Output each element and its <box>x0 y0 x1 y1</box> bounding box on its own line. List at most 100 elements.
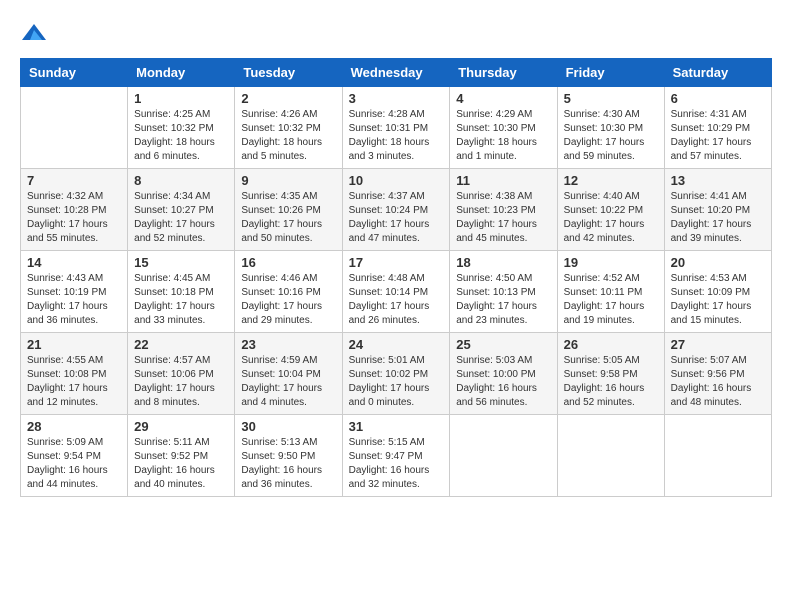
day-info: Sunrise: 4:28 AM Sunset: 10:31 PM Daylig… <box>349 108 444 164</box>
day-info: Sunrise: 4:57 AM Sunset: 10:06 PM Daylig… <box>134 354 228 410</box>
calendar-cell: 20 Sunrise: 4:53 AM Sunset: 10:09 PM Dayl… <box>664 251 771 333</box>
calendar-cell: 24 Sunrise: 5:01 AM Sunset: 10:02 PM Dayl… <box>342 333 450 415</box>
calendar-header-row: SundayMondayTuesdayWednesdayThursdayFrid… <box>21 59 772 87</box>
calendar-cell: 2 Sunrise: 4:26 AM Sunset: 10:32 PM Dayli… <box>235 87 342 169</box>
calendar-cell: 22 Sunrise: 4:57 AM Sunset: 10:06 PM Dayl… <box>128 333 235 415</box>
day-number: 2 <box>241 91 335 106</box>
column-header-friday: Friday <box>557 59 664 87</box>
calendar-cell <box>664 415 771 497</box>
calendar-cell: 23 Sunrise: 4:59 AM Sunset: 10:04 PM Dayl… <box>235 333 342 415</box>
day-info: Sunrise: 4:43 AM Sunset: 10:19 PM Daylig… <box>27 272 121 328</box>
day-info: Sunrise: 5:11 AM Sunset: 9:52 PM Dayligh… <box>134 436 228 492</box>
day-number: 1 <box>134 91 228 106</box>
week-row-3: 14 Sunrise: 4:43 AM Sunset: 10:19 PM Dayl… <box>21 251 772 333</box>
column-header-monday: Monday <box>128 59 235 87</box>
day-info: Sunrise: 4:31 AM Sunset: 10:29 PM Daylig… <box>671 108 765 164</box>
day-number: 16 <box>241 255 335 270</box>
calendar-cell: 17 Sunrise: 4:48 AM Sunset: 10:14 PM Dayl… <box>342 251 450 333</box>
day-info: Sunrise: 4:53 AM Sunset: 10:09 PM Daylig… <box>671 272 765 328</box>
calendar-cell: 7 Sunrise: 4:32 AM Sunset: 10:28 PM Dayli… <box>21 169 128 251</box>
day-info: Sunrise: 4:55 AM Sunset: 10:08 PM Daylig… <box>27 354 121 410</box>
calendar-cell: 21 Sunrise: 4:55 AM Sunset: 10:08 PM Dayl… <box>21 333 128 415</box>
day-number: 20 <box>671 255 765 270</box>
day-info: Sunrise: 4:40 AM Sunset: 10:22 PM Daylig… <box>564 190 658 246</box>
calendar-cell: 9 Sunrise: 4:35 AM Sunset: 10:26 PM Dayli… <box>235 169 342 251</box>
day-number: 11 <box>456 173 550 188</box>
day-info: Sunrise: 5:01 AM Sunset: 10:02 PM Daylig… <box>349 354 444 410</box>
calendar-cell: 18 Sunrise: 4:50 AM Sunset: 10:13 PM Dayl… <box>450 251 557 333</box>
calendar-cell: 11 Sunrise: 4:38 AM Sunset: 10:23 PM Dayl… <box>450 169 557 251</box>
day-number: 26 <box>564 337 658 352</box>
calendar-cell: 3 Sunrise: 4:28 AM Sunset: 10:31 PM Dayli… <box>342 87 450 169</box>
day-number: 28 <box>27 419 121 434</box>
day-number: 29 <box>134 419 228 434</box>
calendar-cell: 8 Sunrise: 4:34 AM Sunset: 10:27 PM Dayli… <box>128 169 235 251</box>
day-number: 8 <box>134 173 228 188</box>
day-info: Sunrise: 4:26 AM Sunset: 10:32 PM Daylig… <box>241 108 335 164</box>
day-number: 21 <box>27 337 121 352</box>
day-info: Sunrise: 4:52 AM Sunset: 10:11 PM Daylig… <box>564 272 658 328</box>
column-header-thursday: Thursday <box>450 59 557 87</box>
column-header-wednesday: Wednesday <box>342 59 450 87</box>
calendar-cell: 4 Sunrise: 4:29 AM Sunset: 10:30 PM Dayli… <box>450 87 557 169</box>
week-row-5: 28 Sunrise: 5:09 AM Sunset: 9:54 PM Dayli… <box>21 415 772 497</box>
day-info: Sunrise: 4:38 AM Sunset: 10:23 PM Daylig… <box>456 190 550 246</box>
day-number: 19 <box>564 255 658 270</box>
logo <box>20 20 52 48</box>
week-row-2: 7 Sunrise: 4:32 AM Sunset: 10:28 PM Dayli… <box>21 169 772 251</box>
calendar-cell: 25Sunrise: 5:03 AM Sunset: 10:00 PM Dayl… <box>450 333 557 415</box>
calendar-cell: 5 Sunrise: 4:30 AM Sunset: 10:30 PM Dayli… <box>557 87 664 169</box>
column-header-tuesday: Tuesday <box>235 59 342 87</box>
calendar-cell: 30 Sunrise: 5:13 AM Sunset: 9:50 PM Dayli… <box>235 415 342 497</box>
day-info: Sunrise: 4:30 AM Sunset: 10:30 PM Daylig… <box>564 108 658 164</box>
logo-icon <box>20 20 48 48</box>
day-number: 7 <box>27 173 121 188</box>
day-info: Sunrise: 4:34 AM Sunset: 10:27 PM Daylig… <box>134 190 228 246</box>
day-number: 12 <box>564 173 658 188</box>
calendar-cell: 27Sunrise: 5:07 AM Sunset: 9:56 PM Dayli… <box>664 333 771 415</box>
day-number: 17 <box>349 255 444 270</box>
day-info: Sunrise: 4:35 AM Sunset: 10:26 PM Daylig… <box>241 190 335 246</box>
week-row-1: 1 Sunrise: 4:25 AM Sunset: 10:32 PM Dayli… <box>21 87 772 169</box>
day-info: Sunrise: 4:29 AM Sunset: 10:30 PM Daylig… <box>456 108 550 164</box>
day-info: Sunrise: 4:37 AM Sunset: 10:24 PM Daylig… <box>349 190 444 246</box>
day-number: 3 <box>349 91 444 106</box>
day-info: Sunrise: 4:48 AM Sunset: 10:14 PM Daylig… <box>349 272 444 328</box>
calendar-cell: 14 Sunrise: 4:43 AM Sunset: 10:19 PM Dayl… <box>21 251 128 333</box>
calendar-cell <box>450 415 557 497</box>
calendar-cell: 19 Sunrise: 4:52 AM Sunset: 10:11 PM Dayl… <box>557 251 664 333</box>
day-info: Sunrise: 5:13 AM Sunset: 9:50 PM Dayligh… <box>241 436 335 492</box>
day-number: 27 <box>671 337 765 352</box>
day-info: Sunrise: 4:32 AM Sunset: 10:28 PM Daylig… <box>27 190 121 246</box>
calendar-cell: 10 Sunrise: 4:37 AM Sunset: 10:24 PM Dayl… <box>342 169 450 251</box>
day-info: Sunrise: 5:09 AM Sunset: 9:54 PM Dayligh… <box>27 436 121 492</box>
day-number: 13 <box>671 173 765 188</box>
calendar-cell: 28 Sunrise: 5:09 AM Sunset: 9:54 PM Dayli… <box>21 415 128 497</box>
calendar-cell: 31Sunrise: 5:15 AM Sunset: 9:47 PM Dayli… <box>342 415 450 497</box>
calendar-cell <box>21 87 128 169</box>
calendar-cell <box>557 415 664 497</box>
day-number: 5 <box>564 91 658 106</box>
day-number: 18 <box>456 255 550 270</box>
day-info: Sunrise: 4:45 AM Sunset: 10:18 PM Daylig… <box>134 272 228 328</box>
column-header-sunday: Sunday <box>21 59 128 87</box>
page-header <box>20 20 772 48</box>
day-info: Sunrise: 4:59 AM Sunset: 10:04 PM Daylig… <box>241 354 335 410</box>
day-number: 10 <box>349 173 444 188</box>
day-info: Sunrise: 4:25 AM Sunset: 10:32 PM Daylig… <box>134 108 228 164</box>
week-row-4: 21 Sunrise: 4:55 AM Sunset: 10:08 PM Dayl… <box>21 333 772 415</box>
calendar-cell: 15Sunrise: 4:45 AM Sunset: 10:18 PM Dayl… <box>128 251 235 333</box>
day-number: 9 <box>241 173 335 188</box>
day-info: Sunrise: 4:46 AM Sunset: 10:16 PM Daylig… <box>241 272 335 328</box>
day-number: 30 <box>241 419 335 434</box>
day-number: 22 <box>134 337 228 352</box>
day-number: 6 <box>671 91 765 106</box>
day-info: Sunrise: 4:41 AM Sunset: 10:20 PM Daylig… <box>671 190 765 246</box>
calendar-cell: 29 Sunrise: 5:11 AM Sunset: 9:52 PM Dayli… <box>128 415 235 497</box>
day-number: 23 <box>241 337 335 352</box>
day-number: 24 <box>349 337 444 352</box>
day-number: 14 <box>27 255 121 270</box>
day-info: Sunrise: 4:50 AM Sunset: 10:13 PM Daylig… <box>456 272 550 328</box>
calendar-cell: 13 Sunrise: 4:41 AM Sunset: 10:20 PM Dayl… <box>664 169 771 251</box>
day-number: 4 <box>456 91 550 106</box>
